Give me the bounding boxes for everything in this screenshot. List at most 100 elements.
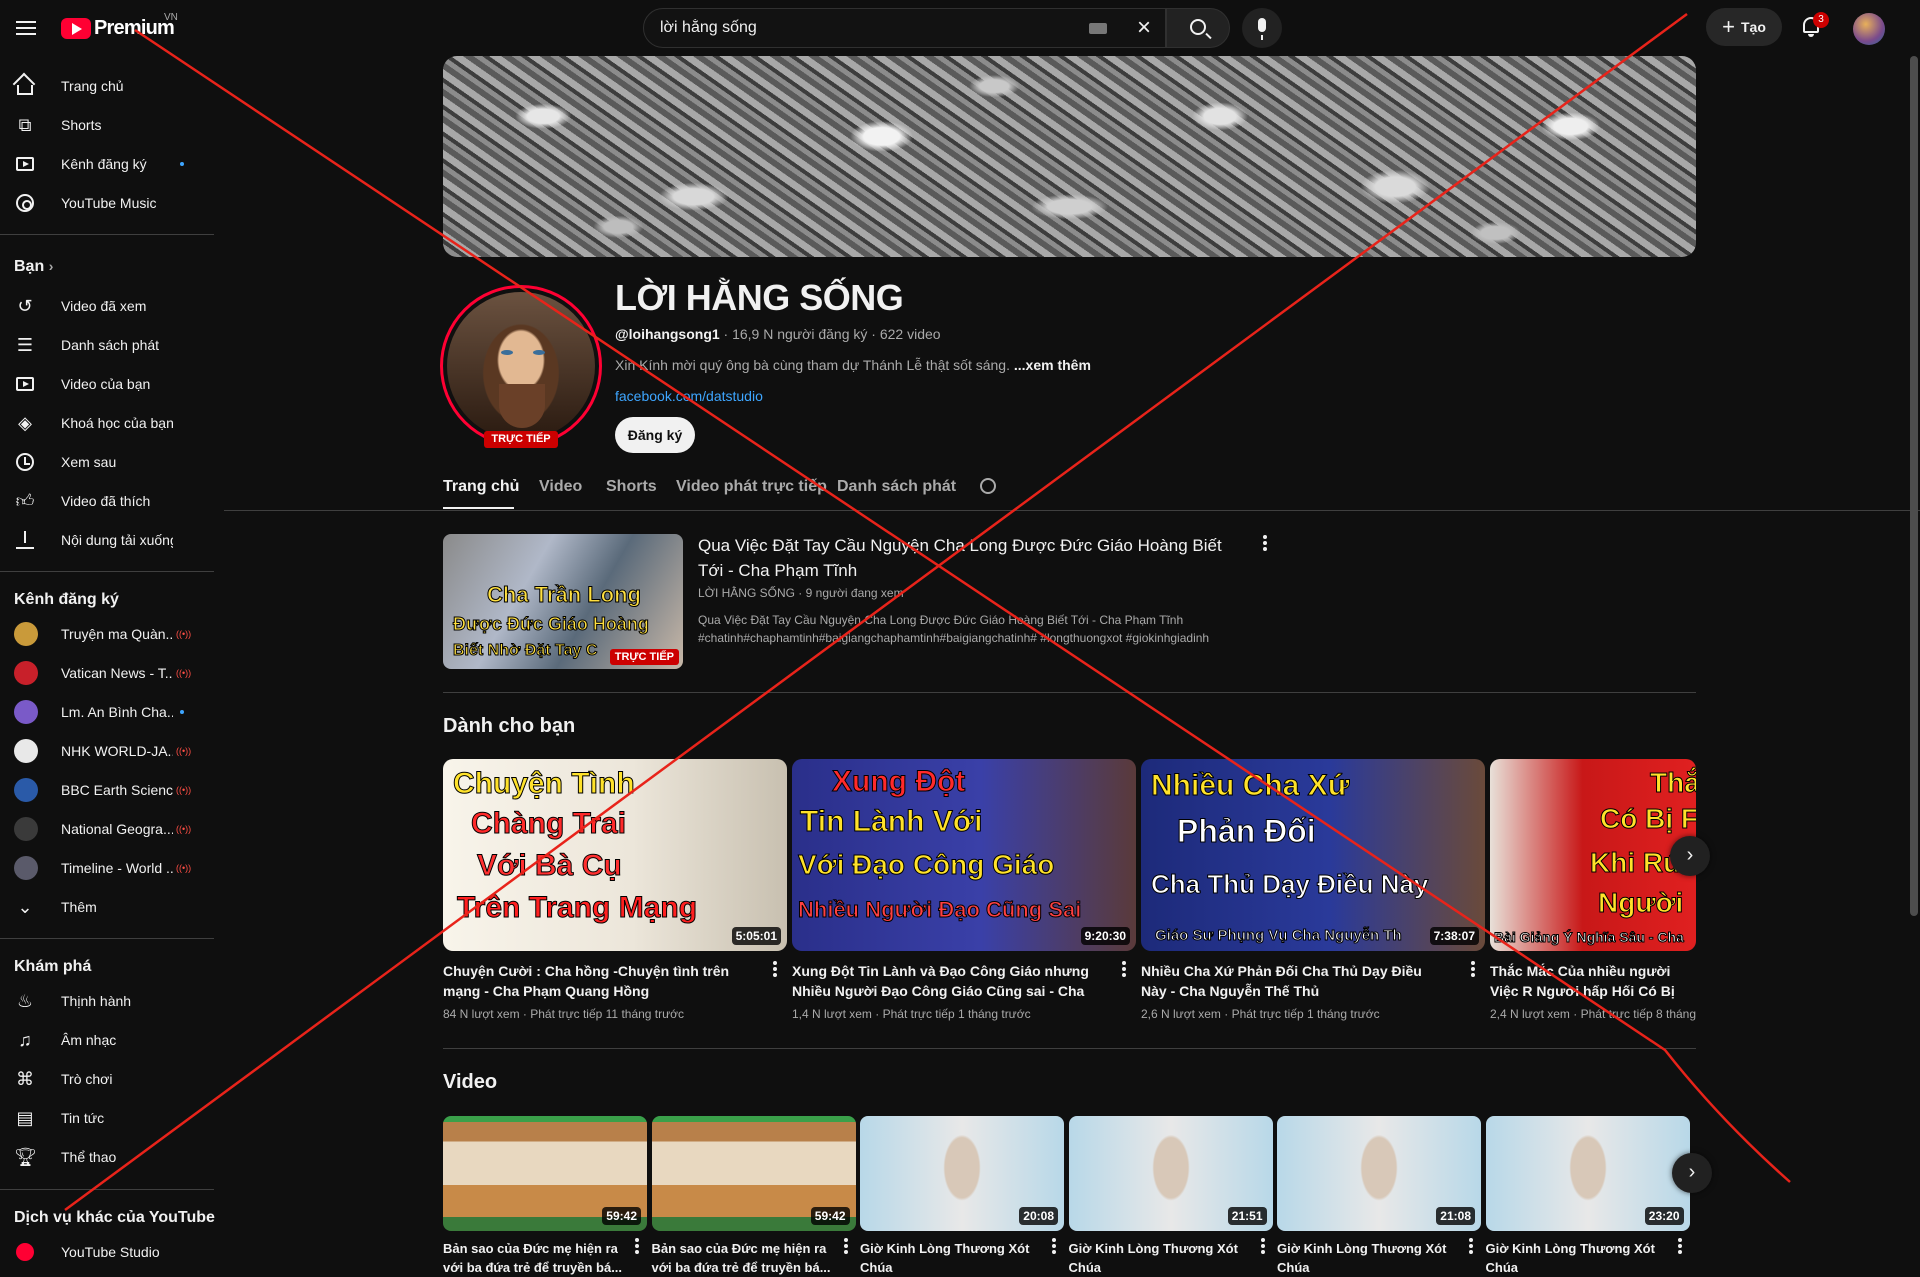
sidebar-show-more[interactable]: ⌄ Thêm bbox=[0, 887, 215, 926]
video-thumbnail[interactable]: 59:42 bbox=[443, 1116, 647, 1231]
sidebar-item-liked-videos[interactable]: 👍︎ Video đã thích bbox=[0, 481, 215, 520]
create-button[interactable]: + Tạo bbox=[1706, 8, 1782, 46]
video-title[interactable]: Giờ Kinh Lòng Thương Xót Chúa bbox=[860, 1239, 1040, 1277]
more-options-icon[interactable] bbox=[1052, 1238, 1056, 1254]
sidebar-item-subscriptions[interactable]: Kênh đăng ký bbox=[0, 144, 215, 183]
video-card[interactable]: 23:20 Giờ Kinh Lòng Thương Xót Chúa bbox=[1485, 1116, 1690, 1277]
sidebar-item-history[interactable]: ↺ Video đã xem bbox=[0, 286, 215, 325]
more-options-icon[interactable] bbox=[1263, 535, 1267, 551]
video-title[interactable]: Bản sao của Đức mẹ hiện ra với ba đứa tr… bbox=[652, 1239, 832, 1277]
video-title[interactable]: Giờ Kinh Lòng Thương Xót Chúa bbox=[1277, 1239, 1457, 1277]
video-thumbnail[interactable]: Chuyện Tình Chàng Trai Với Bà Cụ Trên Trang… bbox=[443, 759, 787, 951]
video-thumbnail[interactable]: Nhiều Cha Xứ Phản Đối Cha Thủ Dạy Điều Này… bbox=[1141, 759, 1485, 951]
channel-search-icon[interactable] bbox=[980, 478, 996, 494]
sidebar-subscription-channel[interactable]: Truyện ma Quàn... ((•)) bbox=[0, 614, 215, 653]
more-options-icon[interactable] bbox=[1122, 961, 1126, 977]
tab-home[interactable]: Trang chủ bbox=[443, 478, 519, 496]
video-thumbnail[interactable]: 20:08 bbox=[860, 1116, 1064, 1231]
video-title[interactable]: Chuyện Cười : Cha hồng -Chuyện tình trên… bbox=[443, 961, 753, 1001]
sidebar-subscription-channel[interactable]: Timeline - World ... ((•)) bbox=[0, 848, 215, 887]
account-avatar[interactable] bbox=[1853, 13, 1885, 45]
video-title[interactable]: Thắc Mắc Của nhiều người Việc R Người hấ… bbox=[1490, 961, 1696, 1001]
video-thumbnail[interactable]: 21:51 bbox=[1068, 1116, 1273, 1231]
video-card[interactable]: Chuyện Tình Chàng Trai Với Bà Cụ Trên Trang… bbox=[443, 759, 787, 1021]
keyboard-icon[interactable] bbox=[1089, 23, 1107, 34]
video-title[interactable]: Giờ Kinh Lòng Thương Xót Chúa bbox=[1069, 1239, 1249, 1277]
carousel-next-button[interactable]: › bbox=[1672, 1153, 1712, 1193]
sidebar-item-watch-later[interactable]: Xem sau bbox=[0, 442, 215, 481]
sidebar-item-downloads[interactable]: Nội dung tải xuống bbox=[0, 520, 215, 559]
voice-search-button[interactable] bbox=[1242, 8, 1282, 48]
sidebar-item-your-videos[interactable]: Video của bạn bbox=[0, 364, 215, 403]
channel-description[interactable]: Xin Kính mời quý ông bà cùng tham dự Thá… bbox=[615, 357, 1091, 373]
more-options-icon[interactable] bbox=[843, 1238, 848, 1254]
video-card[interactable]: 59:42 Bản sao của Đức mẹ hiện ra với ba đ… bbox=[443, 1116, 647, 1277]
video-card[interactable]: 20:08 Giờ Kinh Lòng Thương Xót Chúa bbox=[860, 1116, 1064, 1277]
sidebar-item-courses[interactable]: ◈ Khoá học của bạn bbox=[0, 403, 215, 442]
featured-video-title[interactable]: Qua Việc Đặt Tay Cầu Nguyện Cha Long Đượ… bbox=[698, 533, 1238, 583]
search-button[interactable] bbox=[1166, 8, 1230, 48]
more-options-icon[interactable] bbox=[635, 1238, 639, 1254]
subscribe-button[interactable]: Đăng ký bbox=[615, 417, 695, 453]
sidebar-you-heading[interactable]: Bạn › bbox=[14, 258, 53, 276]
search-box[interactable]: × bbox=[643, 8, 1166, 48]
video-card[interactable]: 59:42 Bản sao của Đức mẹ hiện ra với ba đ… bbox=[651, 1116, 856, 1277]
sidebar-item-sports[interactable]: 🏆︎ Thể thao bbox=[0, 1137, 215, 1176]
video-thumbnail[interactable]: 23:20 bbox=[1485, 1116, 1690, 1231]
video-thumbnail[interactable]: 59:42 bbox=[651, 1116, 856, 1231]
video-card[interactable]: Thắ Có Bị F Khi Rú Người Bài Giảng Ý Nghĩa S… bbox=[1490, 759, 1696, 1021]
show-more-link[interactable]: ...xem thêm bbox=[1014, 357, 1091, 373]
video-card[interactable]: 21:08 Giờ Kinh Lòng Thương Xót Chúa bbox=[1277, 1116, 1481, 1277]
sidebar-subscription-channel[interactable]: BBC Earth Science ((•)) bbox=[0, 770, 215, 809]
video-thumbnail[interactable]: Thắ Có Bị F Khi Rú Người Bài Giảng Ý Nghĩa S… bbox=[1490, 759, 1696, 951]
sidebar-subscription-channel[interactable]: Vatican News - T... ((•)) bbox=[0, 653, 215, 692]
channel-avatar bbox=[14, 856, 38, 880]
sidebar-item-gaming[interactable]: ⌘ Trò chơi bbox=[0, 1059, 215, 1098]
youtube-premium-logo[interactable]: Premium bbox=[61, 16, 175, 40]
thumbnail-text: Biết Nhờ Đặt Tay C bbox=[452, 642, 598, 660]
sidebar-item-playlists[interactable]: ☰ Danh sách phát bbox=[0, 325, 215, 364]
more-options-icon[interactable] bbox=[1471, 961, 1475, 977]
sidebar-subscription-channel[interactable]: Lm. An Bình Cha... bbox=[0, 692, 215, 731]
sidebar-item-youtube-studio[interactable]: YouTube Studio bbox=[0, 1232, 215, 1271]
more-options-icon[interactable] bbox=[1677, 1238, 1682, 1254]
sidebar-divider bbox=[0, 938, 214, 939]
channel-avatar[interactable] bbox=[440, 285, 602, 447]
video-card[interactable]: Xung Đột Tin Lành Với Với Đạo Công Giáo Nhi… bbox=[792, 759, 1136, 1021]
channel-link[interactable]: facebook.com/datstudio bbox=[615, 388, 763, 404]
sidebar-item-youtube-music[interactable]: YouTube Music bbox=[0, 183, 215, 222]
sidebar-item-shorts[interactable]: ⧉ Shorts bbox=[0, 105, 215, 144]
search-input[interactable] bbox=[660, 9, 1080, 47]
video-title[interactable]: Giờ Kinh Lòng Thương Xót Chúa bbox=[1486, 1239, 1666, 1277]
video-title[interactable]: Bản sao của Đức mẹ hiện ra với ba đứa tr… bbox=[443, 1239, 623, 1277]
tab-shorts[interactable]: Shorts bbox=[606, 478, 657, 496]
sidebar-item-home[interactable]: Trang chủ bbox=[0, 66, 215, 105]
more-options-icon[interactable] bbox=[1469, 1238, 1473, 1254]
sidebar-item-music[interactable]: ♫ Âm nhạc bbox=[0, 1020, 215, 1059]
page-scrollbar[interactable] bbox=[1910, 56, 1918, 916]
video-title[interactable]: Nhiều Cha Xứ Phản Đối Cha Thủ Dạy Điều N… bbox=[1141, 961, 1451, 1001]
notifications-button[interactable]: 3 bbox=[1799, 12, 1829, 40]
sidebar-item-trending[interactable]: ♨ Thịnh hành bbox=[0, 981, 215, 1020]
video-thumbnail[interactable]: 21:08 bbox=[1277, 1116, 1481, 1231]
your-videos-icon bbox=[14, 373, 36, 395]
carousel-next-button[interactable]: › bbox=[1670, 836, 1710, 876]
clear-search-icon[interactable]: × bbox=[1137, 15, 1151, 41]
more-options-icon[interactable] bbox=[1260, 1238, 1265, 1254]
tab-videos[interactable]: Video bbox=[539, 478, 582, 496]
sidebar-item-label: Tin tức bbox=[61, 1109, 105, 1126]
sidebar-subscription-channel[interactable]: NHK WORLD-JA... ((•)) bbox=[0, 731, 215, 770]
video-card[interactable]: Nhiều Cha Xứ Phản Đối Cha Thủ Dạy Điều Này… bbox=[1141, 759, 1485, 1021]
menu-icon[interactable] bbox=[14, 17, 38, 41]
video-duration: 21:08 bbox=[1436, 1207, 1475, 1225]
tab-playlists[interactable]: Danh sách phát bbox=[837, 478, 956, 496]
sidebar-subscription-channel[interactable]: National Geogra... ((•)) bbox=[0, 809, 215, 848]
live-badge[interactable]: TRỰC TIẾP bbox=[484, 431, 558, 448]
featured-video-thumbnail[interactable]: Cha Trần Long Được Đức Giáo Hoàng Biết N… bbox=[443, 534, 683, 669]
video-card[interactable]: 21:51 Giờ Kinh Lòng Thương Xót Chúa bbox=[1068, 1116, 1273, 1277]
tab-live[interactable]: Video phát trực tiếp bbox=[676, 478, 827, 496]
video-thumbnail[interactable]: Xung Đột Tin Lành Với Với Đạo Công Giáo Nhi… bbox=[792, 759, 1136, 951]
video-title[interactable]: Xung Đột Tin Lành và Đạo Công Giáo nhưng… bbox=[792, 961, 1102, 1001]
sidebar-item-news[interactable]: ▤ Tin tức bbox=[0, 1098, 215, 1137]
more-options-icon[interactable] bbox=[773, 961, 777, 977]
